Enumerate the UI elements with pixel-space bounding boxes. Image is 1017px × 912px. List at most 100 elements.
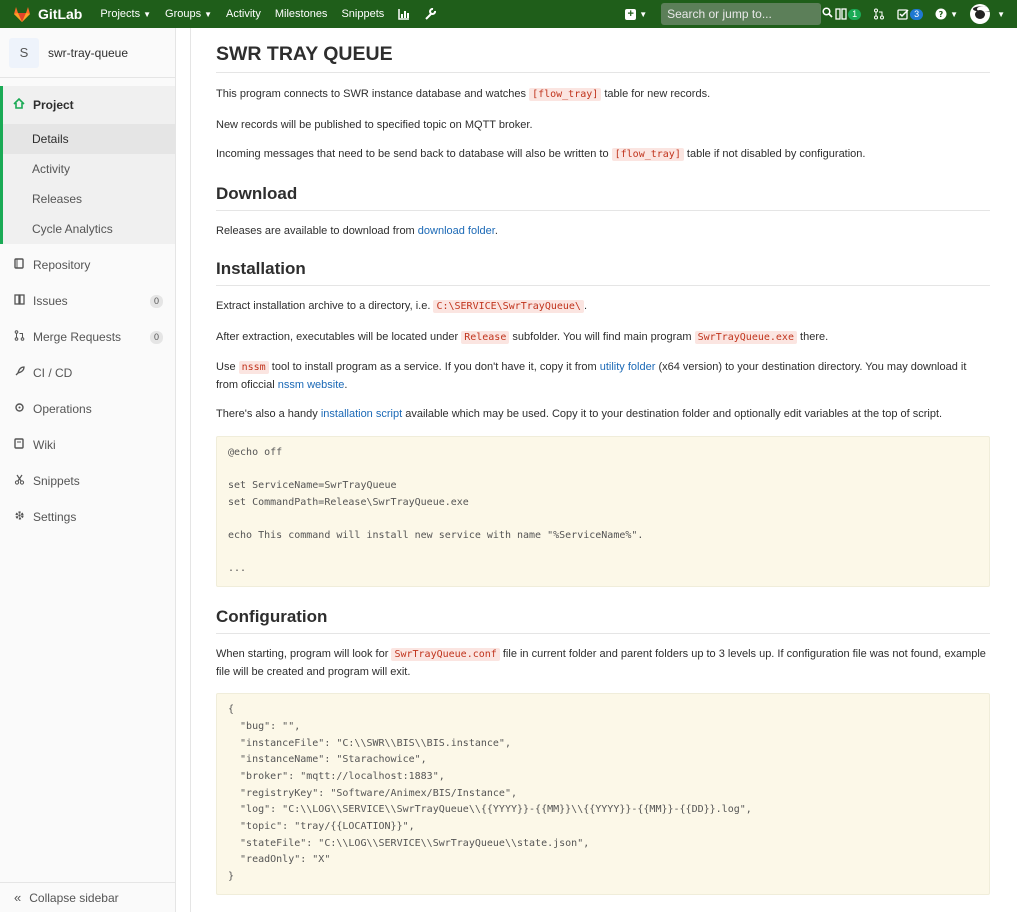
sidebar-item-repository[interactable]: Repository (0, 247, 175, 283)
double-chevron-left-icon: « (14, 890, 22, 905)
code-line: ​ (228, 545, 978, 562)
code-line: echo This command will install new servi… (228, 530, 644, 542)
rocket-icon (13, 366, 25, 380)
inline-code: C:\SERVICE\SwrTrayQueue\ (433, 300, 584, 313)
configuration-heading: Configuration (216, 607, 990, 635)
inline-code: [flow_tray] (529, 88, 602, 101)
sidebar-item-merge-requests[interactable]: Merge Requests 0 (0, 319, 175, 355)
readme-content: SWR TRAY QUEUE This program connects to … (216, 28, 990, 895)
install-script-code-block: @echo off​set ServiceName=SwrTrayQueuese… (216, 435, 990, 588)
text: table if not disabled by configuration. (683, 148, 866, 160)
new-dropdown[interactable]: + ▼ (625, 8, 648, 20)
chevron-down-icon: ▼ (950, 9, 959, 19)
issues-icon (13, 294, 25, 308)
scissors-icon (13, 474, 25, 488)
text: subfolder. You will find main program (509, 330, 695, 343)
nav-snippets-link[interactable]: Snippets (341, 8, 384, 20)
main-content: SWR TRAY QUEUE This program connects to … (190, 28, 1017, 912)
sidebar-item-label: CI / CD (33, 366, 73, 380)
text: table for new records. (601, 88, 711, 100)
utility-folder-link[interactable]: utility folder (600, 361, 656, 373)
text: Use (216, 361, 239, 373)
intro-paragraph-2: New records will be published to specifi… (216, 118, 533, 131)
todos-button[interactable]: 1 (835, 8, 862, 20)
sidebar-subitem-releases[interactable]: Releases (3, 184, 175, 214)
sidebar-item-label: Repository (33, 258, 91, 272)
search-box[interactable] (661, 3, 833, 25)
install-paragraph-3: Use nssm tool to install program as a se… (216, 359, 990, 393)
chart-icon[interactable] (398, 8, 410, 20)
project-section: Project Details Activity Releases Cycle … (0, 86, 175, 244)
download-folder-link[interactable]: download folder (418, 225, 495, 237)
text: . (583, 300, 588, 312)
wrench-icon[interactable] (424, 8, 437, 20)
config-code-block: { "bug": "", "instanceFile": "C:\\SWR\\B… (216, 693, 990, 895)
sidebar-item-cicd[interactable]: CI / CD (0, 355, 175, 391)
brand-name: GitLab (38, 6, 83, 22)
top-navbar: GitLab Projects ▼ Groups ▼ Activity Milest… (0, 0, 1017, 28)
gear-icon (13, 510, 25, 524)
nssm-website-link[interactable]: nssm website (278, 379, 345, 391)
code-line: { (228, 704, 235, 716)
todo-count-badge: 1 (848, 8, 862, 20)
nav-groups-dropdown[interactable]: Groups ▼ (165, 8, 212, 20)
code-line: "instanceName": "Starachowice", (228, 754, 427, 766)
issues-count-badge: 0 (149, 294, 163, 308)
code-line: "stateFile": "C:\\LOG\\SERVICE\\SwrTrayQ… (228, 837, 590, 849)
code-line: "log": "C:\\LOG\\SERVICE\\SwrTrayQueue\\… (228, 804, 752, 816)
inline-code: SwrTrayQueue.exe (694, 330, 797, 344)
sidebar-item-wiki[interactable]: Wiki (0, 427, 175, 463)
nav-activity-link[interactable]: Activity (226, 8, 261, 20)
sidebar-item-issues[interactable]: Issues 0 (0, 283, 175, 319)
user-menu[interactable]: ▼ (970, 4, 1005, 24)
code-line: "bug": "", (228, 720, 301, 732)
svg-text:?: ? (939, 10, 944, 19)
install-paragraph-1: Extract installation archive to a direct… (216, 298, 990, 316)
nav-milestones-link[interactable]: Milestones (275, 8, 328, 20)
sidebar-item-settings[interactable]: Settings (0, 499, 175, 535)
text: Extract installation archive to a direct… (216, 300, 434, 312)
help-dropdown[interactable]: ? ▼ (935, 8, 958, 20)
project-avatar: S (9, 37, 39, 68)
code-line: ​ (228, 461, 978, 478)
merge-requests-button[interactable] (873, 8, 885, 20)
installation-script-link[interactable]: installation script (321, 408, 402, 420)
chevron-down-icon: ▼ (639, 9, 648, 19)
inline-code: SwrTrayQueue.conf (391, 648, 500, 662)
chevron-down-icon: ▼ (997, 9, 1005, 19)
sidebar-item-label: Merge Requests (33, 330, 122, 344)
inline-code: nssm (238, 361, 269, 374)
project-header[interactable]: S swr-tray-queue (0, 28, 175, 78)
text: This program connects to SWR instance da… (216, 88, 530, 100)
nav-groups-label: Groups (165, 8, 202, 20)
gitlab-logo[interactable]: GitLab (12, 4, 82, 24)
text: there. (796, 330, 829, 343)
code-line: "readOnly": "X" (228, 854, 331, 866)
chevron-down-icon: ▼ (143, 9, 152, 19)
inline-code: [flow_tray] (611, 148, 684, 161)
project-sidebar: S swr-tray-queue Project Details Activit… (0, 28, 176, 912)
code-line: "instanceFile": "C:\\SWR\\BIS\\BIS.insta… (228, 737, 511, 749)
code-line: } (228, 871, 235, 883)
todo-icon (835, 8, 847, 20)
project-name: swr-tray-queue (48, 45, 129, 60)
sidebar-subitem-cycle-analytics[interactable]: Cycle Analytics (3, 214, 175, 244)
install-paragraph-4: There's also a handy installation script… (216, 406, 990, 423)
merge-request-icon (13, 330, 25, 344)
issues-button[interactable]: 3 (897, 8, 924, 20)
text: available which may be used. Copy it to … (402, 408, 943, 420)
sidebar-item-project[interactable]: Project (3, 86, 175, 124)
sidebar-item-label: Wiki (33, 438, 56, 452)
text: . (344, 378, 348, 391)
search-input[interactable] (667, 7, 823, 21)
sidebar-subitem-details[interactable]: Details (3, 124, 175, 154)
nav-projects-dropdown[interactable]: Projects ▼ (100, 8, 151, 20)
text: Incoming messages that need to be send b… (216, 148, 612, 160)
collapse-sidebar-label: Collapse sidebar (29, 890, 119, 905)
tanuki-icon (14, 7, 30, 22)
collapse-sidebar-button[interactable]: « Collapse sidebar (0, 882, 175, 912)
sidebar-item-snippets[interactable]: Snippets (0, 463, 175, 499)
download-heading: Download (216, 184, 990, 211)
sidebar-subitem-activity[interactable]: Activity (3, 154, 175, 184)
sidebar-item-operations[interactable]: Operations (0, 391, 175, 427)
